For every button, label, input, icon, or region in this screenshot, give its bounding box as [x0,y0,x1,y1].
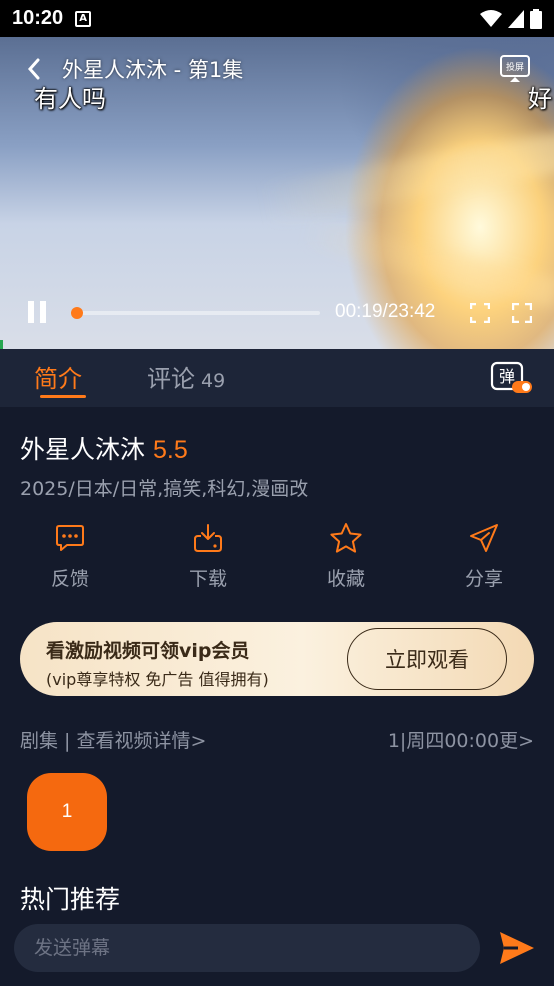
tab-bar: 简介 评论 49 弹 [0,349,554,407]
download-label: 下载 [188,568,227,590]
show-score: 5.5 [153,436,188,464]
tab-indicator [40,395,86,398]
send-button[interactable] [498,930,536,966]
app-notification-icon: A [75,10,92,27]
danmaku-label: 弹 [499,367,515,386]
episodes-header: 剧集 | 查看视频详情> 1|周四00:00更> [20,726,534,753]
episodes-detail-link[interactable]: 剧集 | 查看视频详情> [20,730,206,752]
tab-intro[interactable]: 简介 [34,359,82,394]
star-icon [330,523,362,553]
progress-knob[interactable] [71,307,84,319]
show-meta: 2025/日本/日常,搞笑,科幻,漫画改 [20,478,309,500]
video-player[interactable]: 有人吗 好 外星人沐沐 - 第1集 投屏 00:19/23:42 [0,37,554,349]
video-title: 外星人沐沐 - 第1集 [62,58,244,82]
chevron-left-icon [27,58,40,80]
show-name: 外星人沐沐 [20,435,146,464]
signal-icon [508,9,524,28]
danmaku-input[interactable] [14,924,480,972]
fullscreen-icon[interactable] [512,303,532,323]
battery-icon [530,8,542,29]
status-icons [480,8,542,29]
status-time: 10:20 [12,7,64,29]
update-schedule-link[interactable]: 1|周四00:00更> [388,726,534,753]
danmaku-toggle-button[interactable]: 弹 [490,361,534,395]
cast-button[interactable]: 投屏 [500,55,530,83]
share-button[interactable]: 分享 [444,522,524,591]
favorite-button[interactable]: 收藏 [306,522,386,591]
progress-bar[interactable] [71,307,320,319]
danmaku-input-bar [0,916,554,986]
vip-banner[interactable]: 看激励视频可领vip会员 (vip尊享特权 免广告 值得拥有) 立即观看 [20,622,534,696]
feedback-icon [56,525,84,551]
send-icon [500,932,534,964]
download-icon [194,524,222,552]
status-bar: 10:20 A [0,0,554,37]
danmaku-toggle-icon: 弹 [490,361,532,393]
tab-comments[interactable]: 评论 49 [147,359,225,394]
share-label: 分享 [464,568,503,590]
comments-count: 49 [201,370,226,392]
tab-comments-label: 评论 [147,365,195,393]
action-bar: 反馈 下载 收藏 分享 [0,522,554,596]
fit-screen-icon[interactable] [470,303,490,323]
player-controls: 00:19/23:42 [0,295,554,331]
hot-recommend-title: 热门推荐 [20,885,121,914]
feedback-button[interactable]: 反馈 [30,522,110,591]
episode-button[interactable]: 1 [27,773,107,851]
vip-banner-title: 看激励视频可领vip会员 [46,640,250,662]
share-icon [470,524,498,552]
pause-icon [28,301,34,323]
vip-banner-subtitle: (vip尊享特权 免广告 值得拥有) [46,670,269,689]
pause-button[interactable] [26,301,48,325]
back-button[interactable] [22,57,46,81]
favorite-label: 收藏 [326,568,365,590]
download-button[interactable]: 下载 [168,522,248,591]
feedback-label: 反馈 [50,568,89,590]
cast-screen-icon: 投屏 [500,55,530,82]
cast-label: 投屏 [506,61,524,73]
player-top-bar: 外星人沐沐 - 第1集 投屏 [0,51,554,87]
time-display: 00:19/23:42 [335,301,436,322]
watch-now-button[interactable]: 立即观看 [347,628,507,690]
wifi-icon [480,9,502,27]
show-title: 外星人沐沐 5.5 [20,430,188,466]
